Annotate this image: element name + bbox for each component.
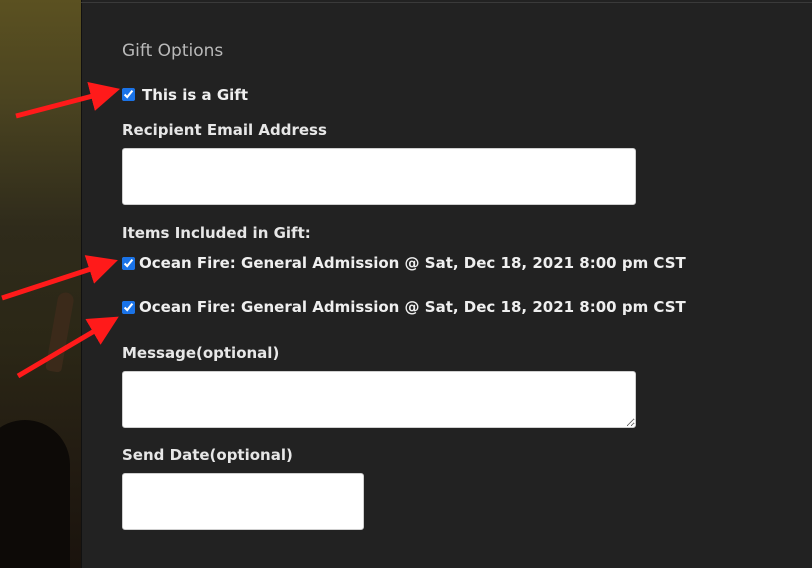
message-textarea[interactable] <box>122 371 636 428</box>
items-included-label: Items Included in Gift: <box>122 224 311 242</box>
is-gift-checkbox[interactable] <box>122 88 135 101</box>
section-title: Gift Options <box>122 41 224 61</box>
recipient-email-label: Recipient Email Address <box>122 121 327 139</box>
gift-item-checkbox-1[interactable] <box>122 257 135 270</box>
is-gift-label: This is a Gift <box>142 86 248 104</box>
gift-item-checkbox-2[interactable] <box>122 301 135 314</box>
gift-item-label-2: Ocean Fire: General Admission @ Sat, Dec… <box>139 298 686 316</box>
send-date-input[interactable] <box>122 473 364 530</box>
background-photo <box>0 0 81 568</box>
recipient-email-input[interactable] <box>122 148 636 205</box>
person-silhouette <box>0 420 70 568</box>
raised-hand-shape <box>45 291 75 373</box>
send-date-label: Send Date(optional) <box>122 446 293 464</box>
gift-item-label-1: Ocean Fire: General Admission @ Sat, Dec… <box>139 254 686 272</box>
panel-top-divider <box>81 2 812 3</box>
message-label: Message(optional) <box>122 344 280 362</box>
